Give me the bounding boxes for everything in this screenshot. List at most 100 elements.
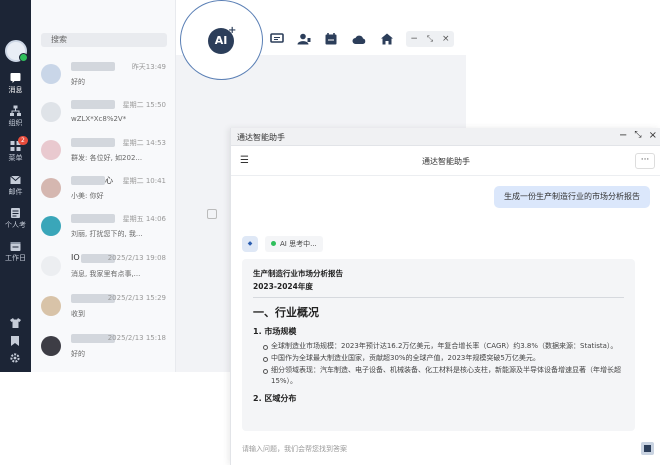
message-preview: 好的 <box>71 350 85 358</box>
list-item[interactable]: 昨天13:49 好的 <box>31 58 176 96</box>
avatar <box>41 336 61 356</box>
nav-item-mail[interactable]: 邮件 <box>0 174 31 197</box>
gear-icon[interactable] <box>10 353 20 363</box>
list-item[interactable]: 心 星期二 10:41 小美: 你好 <box>31 172 176 210</box>
list-item[interactable]: 星期二 15:50 wZLX*Xc8%2V* <box>31 96 176 134</box>
search-input[interactable]: 搜索 <box>41 33 167 47</box>
nav-item-org[interactable]: 组织 <box>0 105 31 128</box>
message-preview: 消息, 我家里有点事,... <box>71 270 141 278</box>
message-time: 2025/2/13 15:29 <box>107 294 166 302</box>
message-time: 2025/2/13 15:18 <box>107 334 166 342</box>
contact-name <box>71 214 115 223</box>
panel-header: ☰ 通达智能助手 ··· <box>231 146 660 176</box>
subsection-heading: 2. 区域分布 <box>253 394 297 403</box>
message-icon <box>10 73 21 83</box>
avatar <box>41 256 61 276</box>
message-preview: 群发: 各位好, 如202... <box>71 154 143 162</box>
section-heading: 一、行业概况 <box>253 306 319 319</box>
message-preview: 收到 <box>71 310 85 318</box>
bookmark-icon[interactable] <box>10 336 20 346</box>
minimize-icon[interactable]: − <box>410 31 418 47</box>
avatar <box>41 216 61 236</box>
nav-item-menu[interactable]: 2 菜单 <box>0 136 31 163</box>
avatar <box>41 178 61 198</box>
nav-item-label: 邮件 <box>8 188 23 196</box>
home-icon[interactable] <box>380 33 394 45</box>
message-input[interactable]: 请输入问题，我们会帮您找到答案 <box>242 444 347 454</box>
calendar-icon <box>10 242 21 251</box>
avatar <box>41 64 61 84</box>
checkbox[interactable] <box>207 209 217 219</box>
conversation-list: 搜索 昨天13:49 好的 星期二 15:50 wZLX*Xc8%2V* 星期二… <box>31 0 176 372</box>
message-preview: 刘丽, 打扰您下的, 我... <box>71 230 143 238</box>
message-time: 星期二 10:41 <box>122 177 166 185</box>
message-preview: 小美: 你好 <box>71 192 104 200</box>
nav-item-personal[interactable]: 个人考 <box>0 207 31 230</box>
status-badge: AI 思考中... <box>265 236 323 252</box>
contact-name <box>71 176 105 185</box>
contact-name <box>71 138 115 147</box>
chat-icon[interactable] <box>270 33 284 45</box>
report-title: 生产制造行业市场分析报告 <box>253 269 343 278</box>
window-title: 通达智能助手 <box>237 133 285 142</box>
status-dot-icon <box>271 241 276 246</box>
page-title: 通达智能助手 <box>422 157 470 166</box>
close-icon[interactable]: × <box>649 130 657 141</box>
divider <box>253 297 624 298</box>
message-input-bar: 请输入问题，我们会帮您找到答案 <box>231 433 660 465</box>
contact-name-suffix: 心 <box>105 176 113 185</box>
plus-icon: + <box>228 25 237 36</box>
report-subtitle: 2023-2024年度 <box>253 282 313 291</box>
send-button[interactable] <box>641 442 654 455</box>
nav-item-workday[interactable]: 工作日 <box>0 240 31 263</box>
window-controls: − ⤡ × <box>406 31 454 47</box>
minimize-icon[interactable]: − <box>619 130 627 141</box>
message-preview: 好的 <box>71 78 85 86</box>
nav-rail: 消息 组织 2 菜单 邮件 个人考 工作日 <box>0 0 31 372</box>
list-item: 细分领域表现：汽车制造、电子设备、机械装备、化工材料是核心支柱，新能源及半导体设… <box>263 365 624 387</box>
nav-item-label: 消息 <box>8 86 23 94</box>
list-item[interactable]: 2025/2/13 15:18 好的 <box>31 330 176 368</box>
list-item[interactable]: 2025/2/13 15:29 收到 <box>31 290 176 328</box>
report-content: 生产制造行业市场分析报告 2023-2024年度 一、行业概况 1. 市场规模 … <box>242 259 635 431</box>
message-time: 2025/2/13 19:08 <box>107 254 166 262</box>
cloud-icon[interactable] <box>352 33 366 45</box>
message-time: 星期二 14:53 <box>122 139 166 147</box>
subsection-heading: 1. 市场规模 <box>253 327 297 336</box>
panel-titlebar: 通达智能助手 − ⤡ × <box>231 128 660 146</box>
list-item[interactable]: 星期二 14:53 群发: 各位好, 如202... <box>31 134 176 172</box>
user-message: 生成一份生产制造行业的市场分析报告 <box>494 186 650 208</box>
avatar <box>41 102 61 122</box>
message-time: 昨天13:49 <box>131 63 166 71</box>
nav-item-label: 组织 <box>8 119 23 127</box>
nav-item-messages[interactable]: 消息 <box>0 72 31 95</box>
more-button[interactable]: ··· <box>635 153 655 169</box>
shirt-icon[interactable] <box>10 318 21 328</box>
org-icon <box>10 105 21 116</box>
contact-icon[interactable] <box>297 33 311 45</box>
bullet-list: 全球制造业市场规模：2023年预计达16.2万亿美元，年复合增长率（CAGR）约… <box>253 341 624 387</box>
ai-assistant-panel: 通达智能助手 − ⤡ × ☰ 通达智能助手 ··· 生成一份生产制造行业的市场分… <box>230 128 660 465</box>
message-preview: wZLX*Xc8%2V* <box>71 115 127 123</box>
ai-assistant-highlight: AI + <box>180 0 263 80</box>
calendar-icon[interactable] <box>324 33 338 45</box>
restore-icon[interactable]: ⤡ <box>634 130 641 141</box>
personal-icon <box>11 208 20 218</box>
avatar[interactable] <box>5 40 28 62</box>
nav-item-label: 菜单 <box>8 154 23 162</box>
mail-icon <box>10 175 21 184</box>
nav-item-label: 工作日 <box>5 254 26 262</box>
nav-item-label: 个人考 <box>5 221 26 229</box>
list-item: 中国作为全球最大制造业国家，贡献超30%的全球产值，2023年规模突破5万亿美元… <box>263 353 624 364</box>
close-icon[interactable]: × <box>442 31 450 47</box>
message-time: 星期五 14:06 <box>122 215 166 223</box>
unread-badge: 2 <box>18 136 28 145</box>
avatar <box>41 140 61 160</box>
restore-icon[interactable]: ⤡ <box>427 31 433 47</box>
contact-name <box>71 62 115 71</box>
list-item: 全球制造业市场规模：2023年预计达16.2万亿美元，年复合增长率（CAGR）约… <box>263 341 624 352</box>
status-text: AI 思考中... <box>280 240 317 248</box>
list-item[interactable]: 星期五 14:06 刘丽, 打扰您下的, 我... <box>31 210 176 248</box>
list-item[interactable]: IO 2025/2/13 19:08 消息, 我家里有点事,... <box>31 250 176 288</box>
bot-avatar: ◆ <box>242 236 258 252</box>
